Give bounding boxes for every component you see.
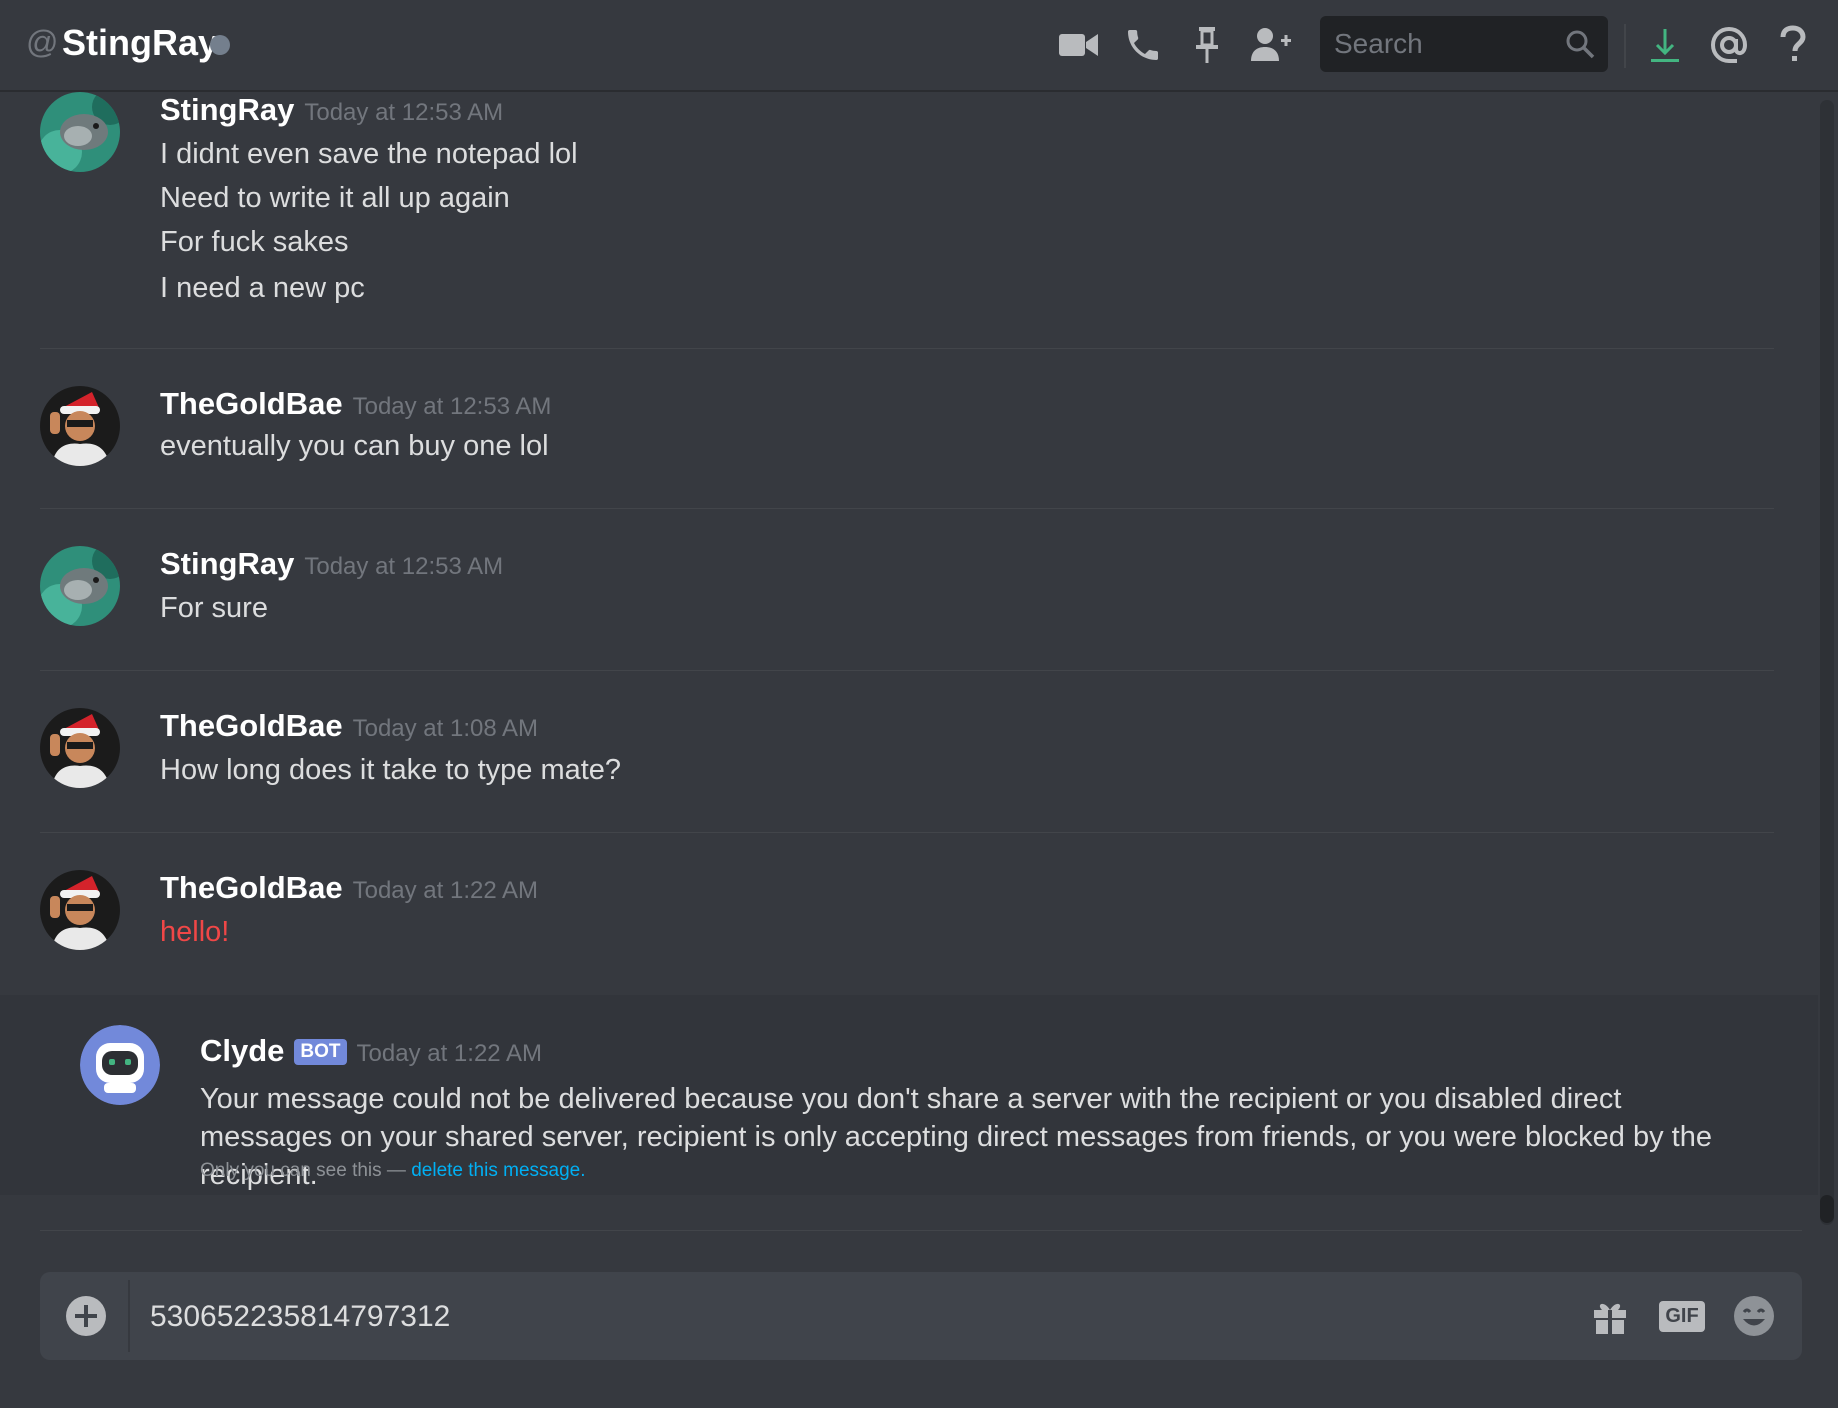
header-divider [1624,24,1626,68]
pin-icon[interactable] [1184,22,1230,68]
avatar[interactable] [40,870,120,950]
upload-button[interactable] [64,1294,108,1338]
avatar[interactable] [40,708,120,788]
status-offline-indicator [210,35,230,55]
scrollbar-thumb[interactable] [1820,1195,1834,1223]
message-timestamp: Today at 1:22 AM [352,877,539,904]
message-group: TheGoldBae Today at 12:53 AM eventually y… [40,386,1774,486]
scrollbar-track[interactable] [1820,100,1834,1225]
message-text: For sure [160,592,268,624]
clyde-system-message: Clyde BOT Today at 1:22 AM Your message co… [0,995,1818,1195]
add-friend-icon[interactable] [1248,22,1294,68]
message-timestamp: Today at 12:53 AM [352,393,552,420]
message-author[interactable]: TheGoldBae Today at 12:53 AM [160,386,551,422]
failed-message-text: hello! [160,916,230,948]
message-timestamp: Today at 1:08 AM [352,715,539,742]
message-text: I need a new pc [160,272,365,304]
bot-tag: BOT [294,1039,347,1065]
message-divider [40,1230,1802,1231]
message-divider [40,348,1774,349]
message-composer: GIF [40,1272,1802,1360]
message-text: eventually you can buy one lol [160,430,549,462]
message-group: TheGoldBae Today at 1:08 AM How long does… [40,708,1774,808]
message-author[interactable]: Clyde BOT Today at 1:22 AM [200,1033,542,1069]
delete-message-link[interactable]: delete this message [411,1160,580,1181]
message-list[interactable]: StingRay Today at 12:53 AM I didnt even s… [0,92,1818,1232]
channel-title: StingRay [62,22,219,63]
message-text: For fuck sakes [160,226,349,258]
download-icon[interactable] [1642,22,1688,68]
gif-label: GIF [1659,1300,1705,1332]
message-timestamp: Today at 12:53 AM [304,99,504,126]
gif-button[interactable]: GIF [1656,1290,1708,1342]
avatar[interactable] [40,92,120,172]
channel-header: @ StingRay [0,0,1838,92]
clyde-avatar[interactable] [80,1025,160,1105]
message-timestamp: Today at 1:22 AM [356,1040,542,1067]
message-divider [40,832,1774,833]
avatar[interactable] [40,546,120,626]
message-group: StingRay Today at 12:53 AM I didnt even s… [40,92,1774,342]
message-divider [40,508,1774,509]
dm-at-icon: @ [26,24,59,60]
search-icon[interactable] [1564,28,1596,65]
mention-icon[interactable] [1706,22,1752,68]
voice-call-icon[interactable] [1120,22,1166,68]
gift-icon[interactable] [1584,1290,1636,1342]
message-author[interactable]: TheGoldBae Today at 1:22 AM [160,870,538,906]
message-divider [40,670,1774,671]
message-text: Need to write it all up again [160,182,510,214]
plus-circle-icon [66,1296,106,1336]
message-input[interactable] [148,1290,1552,1344]
search-input[interactable] [1332,27,1556,61]
message-author[interactable]: StingRay Today at 12:53 AM [160,546,503,582]
message-group: StingRay Today at 12:53 AM For sure [40,546,1774,646]
composer-divider [128,1280,130,1352]
avatar[interactable] [40,386,120,466]
search-bar[interactable] [1320,16,1608,72]
message-group: TheGoldBae Today at 1:22 AM hello! [40,870,1774,970]
message-text: I didnt even save the notepad lol [160,138,578,170]
message-author[interactable]: StingRay Today at 12:53 AM [160,92,503,128]
message-timestamp: Today at 12:53 AM [304,553,504,580]
emoji-icon[interactable] [1728,1290,1780,1342]
help-icon[interactable] [1770,22,1816,68]
ephemeral-notice: Only you can see this — delete this mess… [200,1160,586,1181]
message-author[interactable]: TheGoldBae Today at 1:08 AM [160,708,538,744]
video-call-icon[interactable] [1056,22,1102,68]
message-text: How long does it take to type mate? [160,754,622,786]
